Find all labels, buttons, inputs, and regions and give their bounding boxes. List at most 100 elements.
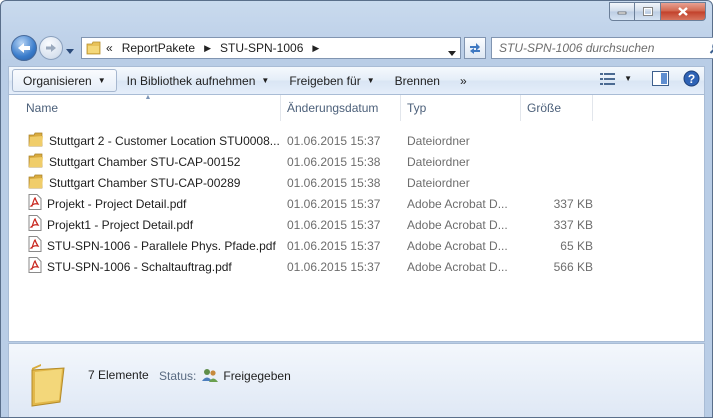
list-item[interactable]: Stuttgart Chamber STU-CAP-00289 01.06.20… (9, 172, 704, 193)
list-item[interactable]: STU-SPN-1006 - Parallele Phys. Pfade.pdf… (9, 235, 704, 256)
share-menu[interactable]: Freigeben für ▼ (279, 69, 384, 92)
file-type: Adobe Acrobat D... (407, 196, 508, 211)
file-type: Dateiordner (407, 175, 470, 190)
shared-users-icon (202, 369, 219, 382)
preview-pane-button[interactable] (652, 71, 669, 86)
file-type: Dateiordner (407, 154, 470, 169)
column-header-size[interactable]: Größe (521, 95, 593, 121)
share-label: Freigeben für (289, 73, 361, 88)
status-value: Freigegeben (223, 368, 291, 383)
status-label: Status: (159, 368, 197, 383)
library-menu[interactable]: In Bibliothek aufnehmen ▼ (117, 69, 280, 92)
overflow-crumb[interactable]: « (102, 41, 117, 55)
view-controls: ▼ ? (600, 70, 700, 87)
close-icon (678, 7, 688, 16)
refresh-button[interactable] (464, 37, 486, 59)
folder-icon (28, 174, 44, 192)
column-header-name-label: Name (26, 101, 59, 115)
file-name: STU-SPN-1006 - Parallele Phys. Pfade.pdf (47, 238, 276, 253)
help-icon: ? (683, 70, 700, 87)
refresh-icon (470, 43, 480, 54)
pdf-icon (28, 257, 42, 276)
more-commands-button[interactable]: » (450, 69, 477, 92)
list-item[interactable]: Stuttgart Chamber STU-CAP-00152 01.06.20… (9, 151, 704, 172)
file-date: 01.06.2015 15:38 (287, 175, 381, 190)
svg-text:?: ? (688, 72, 695, 86)
folder-icon (28, 132, 44, 150)
details-view-icon (600, 72, 616, 85)
column-header-size-label: Größe (527, 101, 562, 115)
chevron-down-icon (448, 51, 456, 56)
list-item[interactable]: Projekt1 - Project Detail.pdf 01.06.2015… (9, 214, 704, 235)
sort-ascending-icon: ▲ (144, 94, 152, 101)
column-header-type-label: Typ (407, 101, 427, 115)
file-date: 01.06.2015 15:37 (287, 217, 381, 232)
file-size: 566 KB (553, 259, 593, 274)
search-placeholder: STU-SPN-1006 durchsuchen (499, 41, 655, 55)
file-name: STU-SPN-1006 - Schaltauftrag.pdf (47, 259, 232, 274)
pdf-icon (28, 194, 42, 213)
item-count: 7 Elemente (88, 368, 149, 382)
file-type: Adobe Acrobat D... (407, 217, 508, 232)
column-header-type[interactable]: Typ (401, 95, 521, 121)
help-button[interactable]: ? (683, 70, 700, 87)
share-status: Status: Freigegeben (159, 368, 291, 383)
view-options-button[interactable]: ▼ (600, 72, 632, 86)
crumb-separator-icon[interactable]: ▶ (200, 43, 215, 54)
chevron-down-icon: ▼ (97, 76, 106, 85)
list-item[interactable]: Stuttgart 2 - Customer Location STU0008.… (9, 130, 704, 151)
file-date: 01.06.2015 15:37 (287, 133, 381, 148)
navigation-row: « ReportPakete ▶ STU-SPN-1006 ▶ STU-SPN-… (8, 33, 713, 61)
recent-pages-dropdown[interactable] (66, 43, 74, 57)
list-item[interactable]: STU-SPN-1006 - Schaltauftrag.pdf 01.06.2… (9, 256, 704, 277)
file-date: 01.06.2015 15:37 (287, 196, 381, 211)
organize-label: Organisieren (23, 73, 92, 88)
file-name: Stuttgart Chamber STU-CAP-00152 (49, 154, 241, 169)
address-history-dropdown[interactable] (448, 45, 456, 59)
chevron-down-icon (66, 49, 74, 54)
pdf-icon (28, 236, 42, 255)
folder-icon (28, 153, 44, 171)
file-name: Projekt - Project Detail.pdf (47, 196, 187, 211)
chevron-down-icon: ▼ (366, 76, 375, 85)
file-rows: Stuttgart 2 - Customer Location STU0008.… (9, 130, 704, 277)
file-type: Dateiordner (407, 133, 470, 148)
search-icon[interactable] (709, 41, 713, 58)
crumb-separator-icon[interactable]: ▶ (308, 43, 323, 54)
library-label: In Bibliothek aufnehmen (126, 73, 256, 88)
column-headers: ▲ Name Änderungsdatum Typ Größe (9, 94, 704, 121)
pdf-icon (28, 215, 42, 234)
column-header-date[interactable]: Änderungsdatum (281, 95, 401, 121)
burn-label: Brennen (394, 73, 440, 88)
file-name: Stuttgart Chamber STU-CAP-00289 (49, 175, 241, 190)
file-size: 65 KB (560, 238, 593, 253)
close-button[interactable] (661, 2, 706, 21)
preview-pane-icon (652, 71, 669, 86)
breadcrumb-current[interactable]: STU-SPN-1006 (215, 41, 308, 55)
column-header-date-label: Änderungsdatum (287, 101, 379, 115)
list-item[interactable]: Projekt - Project Detail.pdf 01.06.2015 … (9, 193, 704, 214)
file-type: Adobe Acrobat D... (407, 259, 508, 274)
folder-icon (29, 362, 67, 411)
command-bar: Organisieren ▼ In Bibliothek aufnehmen ▼ F… (8, 66, 705, 95)
file-size: 337 KB (553, 196, 593, 211)
address-bar[interactable]: « ReportPakete ▶ STU-SPN-1006 ▶ (81, 37, 461, 59)
arrow-right-icon (46, 44, 56, 52)
file-date: 01.06.2015 15:38 (287, 154, 381, 169)
burn-button[interactable]: Brennen (385, 69, 450, 92)
file-type: Adobe Acrobat D... (407, 238, 508, 253)
minimize-button[interactable] (609, 2, 635, 21)
back-button[interactable] (11, 35, 37, 61)
organize-menu[interactable]: Organisieren ▼ (12, 69, 117, 92)
column-header-name[interactable]: ▲ Name (9, 94, 281, 121)
explorer-window: « ReportPakete ▶ STU-SPN-1006 ▶ STU-SPN-… (0, 0, 713, 418)
caption-buttons (609, 2, 706, 21)
breadcrumb-reportpakete[interactable]: ReportPakete (117, 41, 200, 55)
more-label: » (459, 73, 467, 88)
maximize-button[interactable] (635, 2, 661, 21)
minimize-icon (617, 11, 627, 14)
forward-button[interactable] (39, 36, 63, 60)
maximize-icon (642, 7, 653, 16)
arrow-left-icon (18, 43, 30, 53)
search-input[interactable]: STU-SPN-1006 durchsuchen (491, 37, 713, 59)
